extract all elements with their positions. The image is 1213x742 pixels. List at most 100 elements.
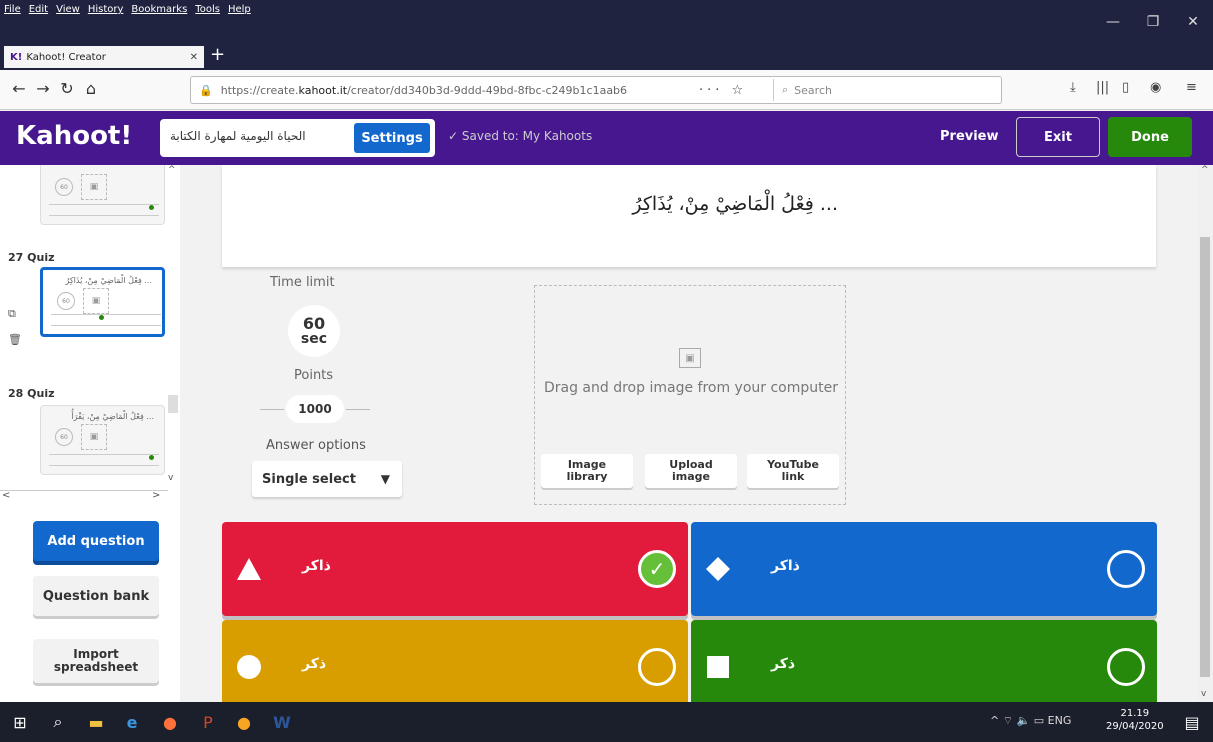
slide-number: 28 xyxy=(8,387,24,400)
answer-red[interactable]: ذاكر ✓ xyxy=(222,522,688,616)
word-icon[interactable]: W xyxy=(270,710,294,734)
sidebar-horizontal-scrollbar[interactable]: < > xyxy=(0,490,168,502)
sidebar-icon[interactable]: ▯ xyxy=(1122,80,1129,95)
slide-label-28[interactable]: 28 Quiz xyxy=(8,387,55,400)
answer-check-toggle[interactable] xyxy=(1107,648,1145,686)
done-button[interactable]: Done xyxy=(1108,117,1192,157)
correct-dot xyxy=(99,315,104,320)
scroll-thumb[interactable] xyxy=(1200,237,1210,677)
time-value: 60 xyxy=(302,314,326,333)
hamburger-menu-icon[interactable]: ≡ xyxy=(1186,80,1197,95)
menu-tools[interactable]: Tools xyxy=(195,4,220,15)
scroll-down-icon[interactable]: v xyxy=(1201,689,1206,699)
settings-button[interactable]: Settings xyxy=(354,123,430,153)
question-bank-button[interactable]: Question bank xyxy=(33,576,159,616)
browser-tab[interactable]: K! Kahoot! Creator ✕ xyxy=(4,46,204,68)
reload-icon[interactable]: ↻ xyxy=(56,79,78,98)
search-input[interactable]: ⌕ Search xyxy=(773,79,1001,101)
points-selector[interactable]: 1000 xyxy=(286,395,344,423)
menu-view[interactable]: View xyxy=(56,4,80,15)
answer-yellow[interactable]: ذكر xyxy=(222,620,688,714)
time-limit-selector[interactable]: 60 sec xyxy=(288,305,340,357)
search-icon[interactable]: ⌕ xyxy=(46,710,70,734)
notifications-icon[interactable]: ▤ xyxy=(1180,710,1204,734)
exit-button[interactable]: Exit xyxy=(1016,117,1100,157)
paint-icon[interactable]: ● xyxy=(232,710,256,734)
answer-blue[interactable]: ذاكر xyxy=(691,522,1157,616)
account-icon[interactable]: ◉ xyxy=(1150,80,1161,95)
answer-check-toggle[interactable] xyxy=(1107,550,1145,588)
import-label-line2: spreadsheet xyxy=(53,660,139,674)
firefox-icon[interactable]: ● xyxy=(158,710,182,734)
close-window-icon[interactable]: ✕ xyxy=(1173,0,1213,44)
url-bar[interactable]: 🔒 https://create. kahoot.it/creator/dd340… xyxy=(190,76,1002,104)
preview-button[interactable]: Preview xyxy=(940,129,999,144)
slide-thumbnail[interactable]: 60 ▣ xyxy=(40,165,165,225)
back-icon[interactable]: ← xyxy=(8,79,30,98)
system-tray[interactable]: ^ ⌔ 🔈 ▭ ENG xyxy=(990,714,1071,728)
duplicate-icon[interactable]: ⧉ xyxy=(8,307,16,321)
menu-bookmarks[interactable]: Bookmarks xyxy=(131,4,187,15)
slide-label-27[interactable]: 27 Quiz xyxy=(8,251,55,264)
new-tab-icon[interactable]: + xyxy=(210,44,225,65)
scroll-up-icon[interactable]: ^ xyxy=(1201,165,1209,175)
minimize-icon[interactable]: — xyxy=(1093,0,1133,44)
menu-help[interactable]: Help xyxy=(228,4,251,15)
sidebar-vertical-scrollbar[interactable]: ^ v xyxy=(166,165,180,490)
add-question-button[interactable]: Add question xyxy=(33,521,159,561)
slide-type: Quiz xyxy=(27,251,55,264)
scroll-left-icon[interactable]: < xyxy=(2,490,10,501)
question-editor: فِعْلُ الْمَاضِيْ مِنْ، يُذَاكِرُ ... Ti… xyxy=(180,165,1197,714)
time-circle-icon: 60 xyxy=(55,428,73,446)
start-icon[interactable]: ⊞ xyxy=(8,710,32,734)
upload-image-button[interactable]: Upload image xyxy=(645,454,737,488)
menu-bar: File Edit View History Bookmarks Tools H… xyxy=(4,4,251,15)
import-spreadsheet-button[interactable]: Import spreadsheet xyxy=(33,639,159,683)
answer-mode-value: Single select xyxy=(262,471,356,487)
language-indicator[interactable]: ENG xyxy=(1048,714,1072,727)
scroll-thumb[interactable] xyxy=(168,395,178,413)
media-drop-zone[interactable]: ▣ Drag and drop image from your computer… xyxy=(534,285,846,505)
youtube-link-button[interactable]: YouTube link xyxy=(747,454,839,488)
answer-text: ذكر xyxy=(302,656,327,672)
answer-text: ذاكر xyxy=(302,558,331,574)
library-icon[interactable]: ||| xyxy=(1096,80,1109,95)
answer-check-toggle[interactable] xyxy=(638,648,676,686)
time-unit: sec xyxy=(300,331,328,347)
slide-thumbnail[interactable]: فِعْلُ الْمَاضِيْ مِنْ، يَقْرَأُ ... 60 … xyxy=(40,405,165,475)
clock[interactable]: 21.19 29/04/2020 xyxy=(1106,707,1164,733)
question-text: فِعْلُ الْمَاضِيْ مِنْ، يُذَاكِرُ ... xyxy=(632,193,838,215)
menu-file[interactable]: File xyxy=(4,4,21,15)
search-icon: ⌕ xyxy=(782,83,789,96)
edge-icon[interactable]: e xyxy=(120,710,144,734)
forward-icon[interactable]: → xyxy=(32,79,54,98)
button-line2: image xyxy=(672,470,710,483)
slide-type: Quiz xyxy=(27,387,55,400)
correct-answer-check-icon[interactable]: ✓ xyxy=(638,550,676,588)
scroll-down-icon[interactable]: v xyxy=(168,473,173,483)
scroll-up-icon[interactable]: ^ xyxy=(168,165,176,175)
tab-close-icon[interactable]: ✕ xyxy=(190,52,198,63)
scroll-right-icon[interactable]: > xyxy=(152,490,160,501)
saved-status: ✓ Saved to: My Kahoots xyxy=(448,129,593,143)
points-slider-right xyxy=(346,409,370,410)
powerpoint-icon[interactable]: P xyxy=(196,710,220,734)
restore-icon[interactable]: ❐ xyxy=(1133,0,1173,44)
download-icon[interactable]: ⤓ xyxy=(1070,80,1076,95)
page-actions-icon[interactable]: ··· ☆ xyxy=(699,83,747,98)
menu-history[interactable]: History xyxy=(88,4,124,15)
file-explorer-icon[interactable]: ▬ xyxy=(84,710,108,734)
kahoot-title-field[interactable]: الحياة اليومية لمهارة الكتابة Settings xyxy=(160,119,435,157)
answer-mode-select[interactable]: Single select ▼ xyxy=(252,461,402,497)
delete-icon[interactable]: 🗑 xyxy=(8,333,22,346)
editor-scrollbar[interactable]: ^ v xyxy=(1197,165,1213,702)
slide-thumbnail-selected[interactable]: فِعْلُ الْمَاضِيْ مِنْ، يُذَاكِرُ ... 60… xyxy=(40,267,165,337)
answer-green[interactable]: ذكر xyxy=(691,620,1157,714)
kahoot-logo[interactable]: Kahoot! xyxy=(16,121,132,151)
url-domain: kahoot.it xyxy=(298,83,348,97)
image-placeholder-icon: ▣ xyxy=(83,288,109,314)
question-field[interactable]: فِعْلُ الْمَاضِيْ مِنْ، يُذَاكِرُ ... xyxy=(222,165,1156,267)
menu-edit[interactable]: Edit xyxy=(29,4,48,15)
home-icon[interactable]: ⌂ xyxy=(80,79,102,98)
image-library-button[interactable]: Image library xyxy=(541,454,633,488)
